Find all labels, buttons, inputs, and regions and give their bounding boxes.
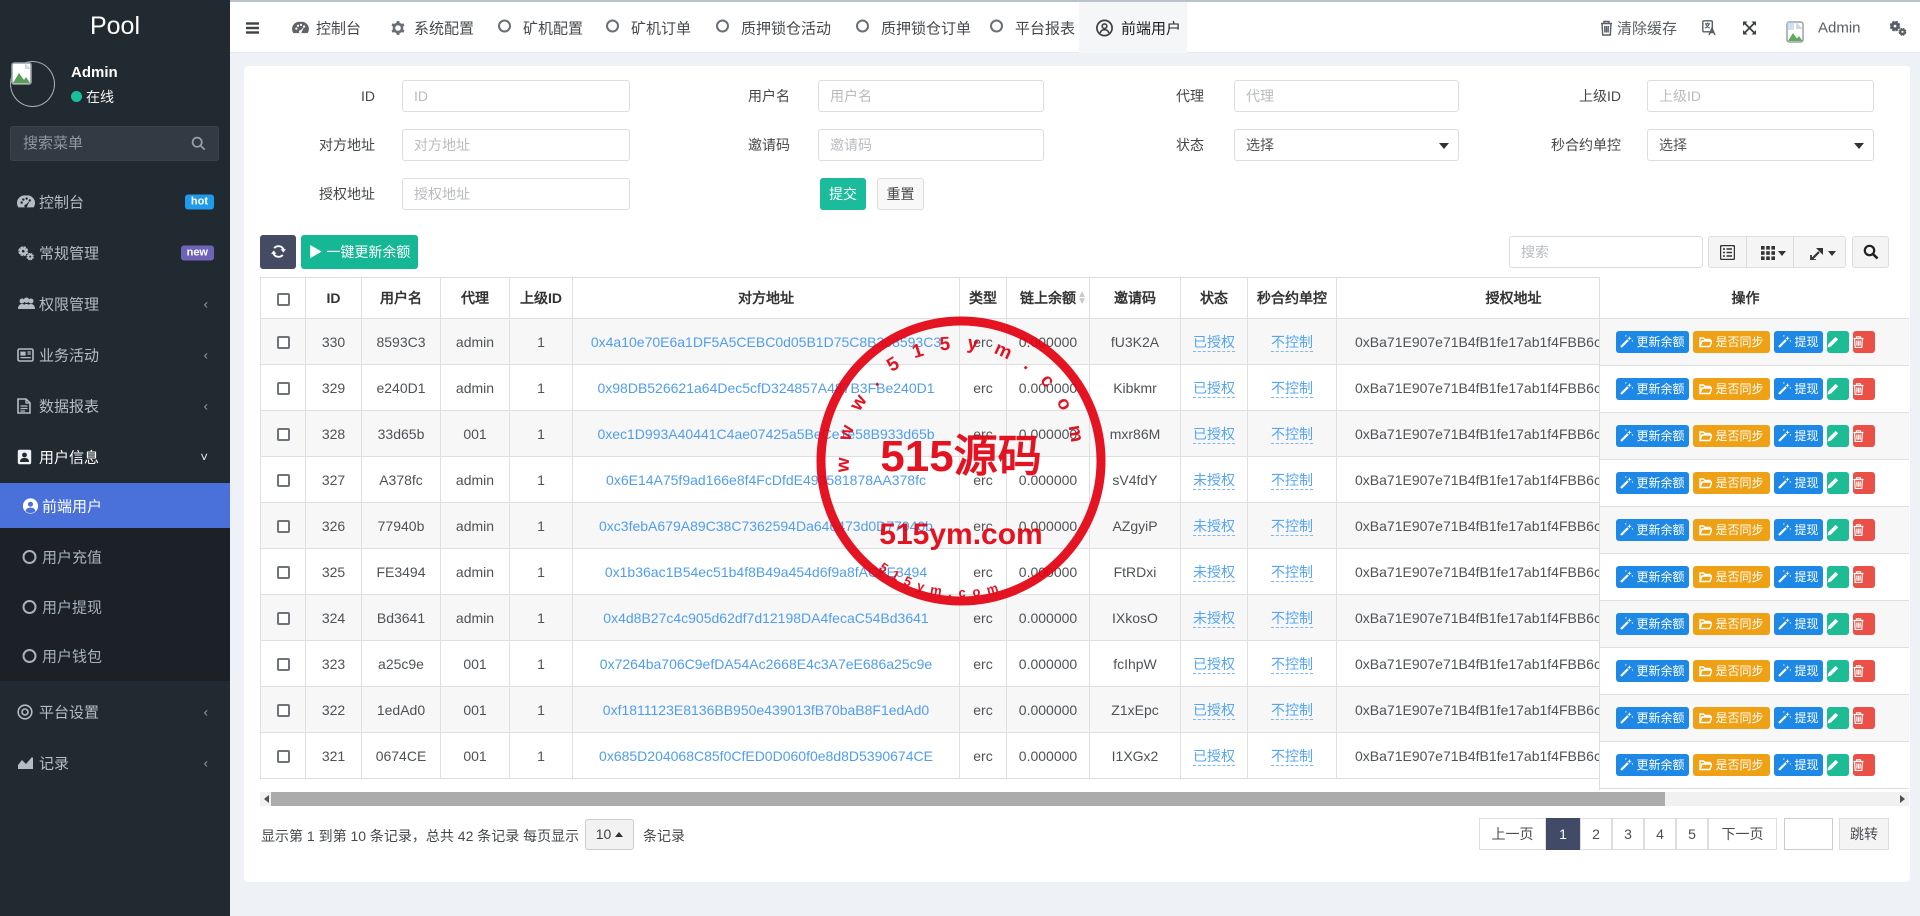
svg-text:515源码: 515源码 — [880, 432, 1041, 481]
svg-text:515ym.com: 515ym.com — [879, 518, 1042, 551]
svg-text:515ym.com: 515ym.com — [877, 559, 1007, 600]
